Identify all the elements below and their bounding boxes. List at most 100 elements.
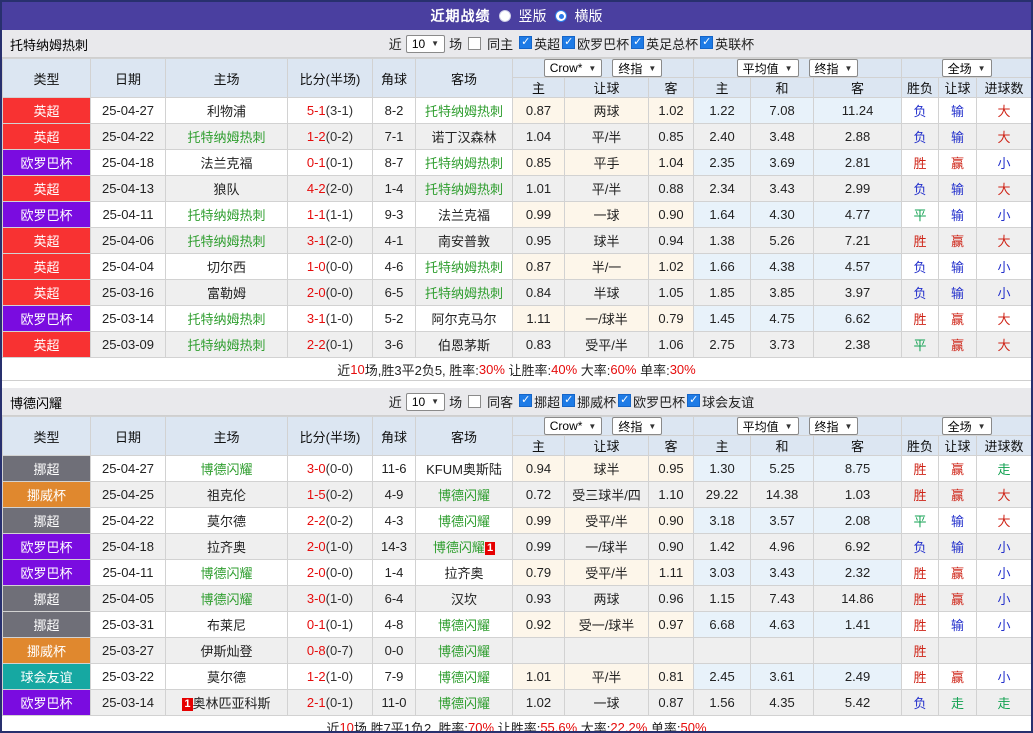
- bookmaker-select[interactable]: Crow* ▼: [543, 417, 603, 435]
- team-name: 博德闪耀: [437, 670, 490, 685]
- col-avg-home: 主: [693, 77, 752, 98]
- handicap-line: 受平/半: [564, 559, 649, 586]
- red-card-badge: 1: [484, 542, 496, 555]
- league-filter-checkbox[interactable]: [519, 35, 533, 49]
- team-name: 托特纳姆热刺: [187, 208, 266, 223]
- team-name: KFUM奥斯陆: [426, 462, 502, 477]
- fulltime-score: 1-2: [306, 129, 326, 144]
- league-filter-checkbox[interactable]: [687, 393, 701, 407]
- avg-away-odds: 11.24: [813, 97, 903, 124]
- halftime-score: (0-7): [325, 643, 354, 658]
- result-goals: 小: [976, 585, 1031, 612]
- match-count-select[interactable]: 10 ▼: [405, 34, 446, 53]
- fulltime-score: 2-1: [306, 695, 326, 710]
- avg-draw-odds: 3.69: [750, 149, 815, 176]
- away-odds: 0.96: [647, 585, 695, 612]
- league-filter-checkbox[interactable]: [519, 393, 533, 407]
- team-name: 莫尔德: [206, 514, 246, 529]
- same-venue-checkbox[interactable]: [468, 395, 482, 408]
- result-goals: 大: [976, 305, 1031, 332]
- team-name: 祖克伦: [206, 488, 246, 503]
- result-handicap: 赢: [938, 305, 978, 332]
- team-cell: 利物浦: [165, 97, 288, 124]
- summary-segment: 单率:: [647, 720, 681, 733]
- summary-segment: 让胜率:: [504, 362, 552, 378]
- final-odds-select-2[interactable]: 终指 ▼: [808, 59, 859, 77]
- horizontal-layout-radio[interactable]: [554, 10, 567, 22]
- chevron-down-icon: ▼: [648, 421, 657, 431]
- col-corner: 角球: [372, 416, 416, 456]
- league-filter-checkbox[interactable]: [700, 35, 714, 49]
- result-handicap: 赢: [938, 227, 978, 254]
- fulltime-score: 4-2: [306, 181, 326, 196]
- corner-score: 4-9: [372, 481, 416, 508]
- away-odds: 1.02: [647, 253, 695, 280]
- avg-away-odds: 1.03: [813, 481, 903, 508]
- away-odds: 0.97: [647, 611, 695, 638]
- page-title: 近期战绩: [430, 8, 491, 24]
- chevron-down-icon: ▼: [844, 421, 853, 431]
- team-name: 利物浦: [206, 104, 246, 119]
- result-wdl: 胜: [901, 585, 940, 612]
- avg-away-odds: 5.42: [813, 689, 903, 716]
- bookmaker-select[interactable]: Crow* ▼: [543, 59, 603, 77]
- avg-away-odds: 4.57: [813, 253, 903, 280]
- handicap-line: 一/球半: [564, 533, 649, 560]
- horizontal-layout-label[interactable]: 横版: [575, 6, 603, 26]
- result-goals: 大: [976, 123, 1031, 150]
- match-row: 挪超 25-04-05 博德闪耀 3-0(1-0) 6-4 汉坎 0.93 两球 0.96 1.1…: [2, 585, 1031, 612]
- avg-draw-odds: 7.08: [750, 97, 815, 124]
- average-odds-select[interactable]: 平均值 ▼: [736, 417, 799, 435]
- league-filter-label: 欧罗巴杯: [633, 395, 686, 410]
- team-cell: 托特纳姆热刺: [165, 227, 288, 254]
- avg-draw-odds: 3.61: [750, 663, 815, 690]
- league-filter-label: 英联杯: [715, 37, 755, 52]
- result-handicap: 输: [938, 611, 978, 638]
- vertical-layout-radio[interactable]: [498, 10, 511, 22]
- avg-draw-odds: 3.57: [750, 507, 815, 534]
- fulltime-score: 0-8: [306, 643, 326, 658]
- summary-segment: 大率:: [577, 362, 611, 378]
- final-odds-select-2[interactable]: 终指 ▼: [808, 417, 859, 435]
- halftime-score: (0-0): [325, 259, 354, 274]
- match-date: 25-04-25: [90, 481, 166, 508]
- result-goals: 大: [976, 175, 1031, 202]
- scope-select[interactable]: 全场 ▼: [941, 59, 992, 77]
- team-cell: 伊斯灿登: [165, 637, 288, 664]
- final-odds-select[interactable]: 终指 ▼: [612, 417, 663, 435]
- team-name: 阿尔克马尔: [431, 312, 497, 327]
- avg-home-odds: 2.34: [693, 175, 752, 202]
- result-wdl: 平: [901, 331, 940, 358]
- fulltime-score: 5-1: [306, 103, 326, 118]
- match-count-select[interactable]: 10 ▼: [405, 392, 446, 411]
- away-odds: 0.90: [647, 201, 695, 228]
- match-date: 25-03-27: [90, 637, 166, 664]
- team-cell: 博德闪耀: [415, 689, 513, 716]
- col-home: 主场: [165, 58, 288, 98]
- league-filter-checkbox[interactable]: [562, 393, 576, 407]
- avg-draw-odds: 4.35: [750, 689, 815, 716]
- same-venue-checkbox[interactable]: [468, 37, 482, 50]
- team-cell: 博德闪耀: [415, 481, 513, 508]
- team-name: 博德闪耀: [437, 644, 490, 659]
- final-odds-select[interactable]: 终指 ▼: [612, 59, 663, 77]
- home-odds: 0.93: [512, 585, 565, 612]
- match-row: 挪超 25-04-27 博德闪耀 3-0(0-0) 11-6 KFUM奥斯陆 0.94 球半 0…: [2, 455, 1031, 482]
- league-filter-checkbox[interactable]: [562, 35, 576, 49]
- average-odds-select[interactable]: 平均值 ▼: [736, 59, 799, 77]
- match-row: 英超 25-03-16 富勒姆 2-0(0-0) 6-5 托特纳姆热刺 0.84 半球 1.05…: [2, 279, 1031, 306]
- league-filter-checkbox[interactable]: [631, 35, 645, 49]
- league-filter-checkbox[interactable]: [618, 393, 632, 407]
- avg-home-odds: 1.66: [693, 253, 752, 280]
- fulltime-score: 2-2: [306, 513, 326, 528]
- vertical-layout-label[interactable]: 竖版: [519, 6, 547, 26]
- match-score: 2-2(0-1): [287, 331, 373, 358]
- fulltime-score: 3-0: [306, 461, 326, 476]
- fulltime-score: 1-0: [306, 259, 326, 274]
- corner-score: 4-8: [372, 611, 416, 638]
- result-goals: 走: [976, 455, 1031, 482]
- team-cell: 南安普敦: [415, 227, 513, 254]
- scope-select[interactable]: 全场 ▼: [941, 417, 992, 435]
- handicap-line: 一球: [564, 201, 649, 228]
- away-odds: 1.05: [647, 279, 695, 306]
